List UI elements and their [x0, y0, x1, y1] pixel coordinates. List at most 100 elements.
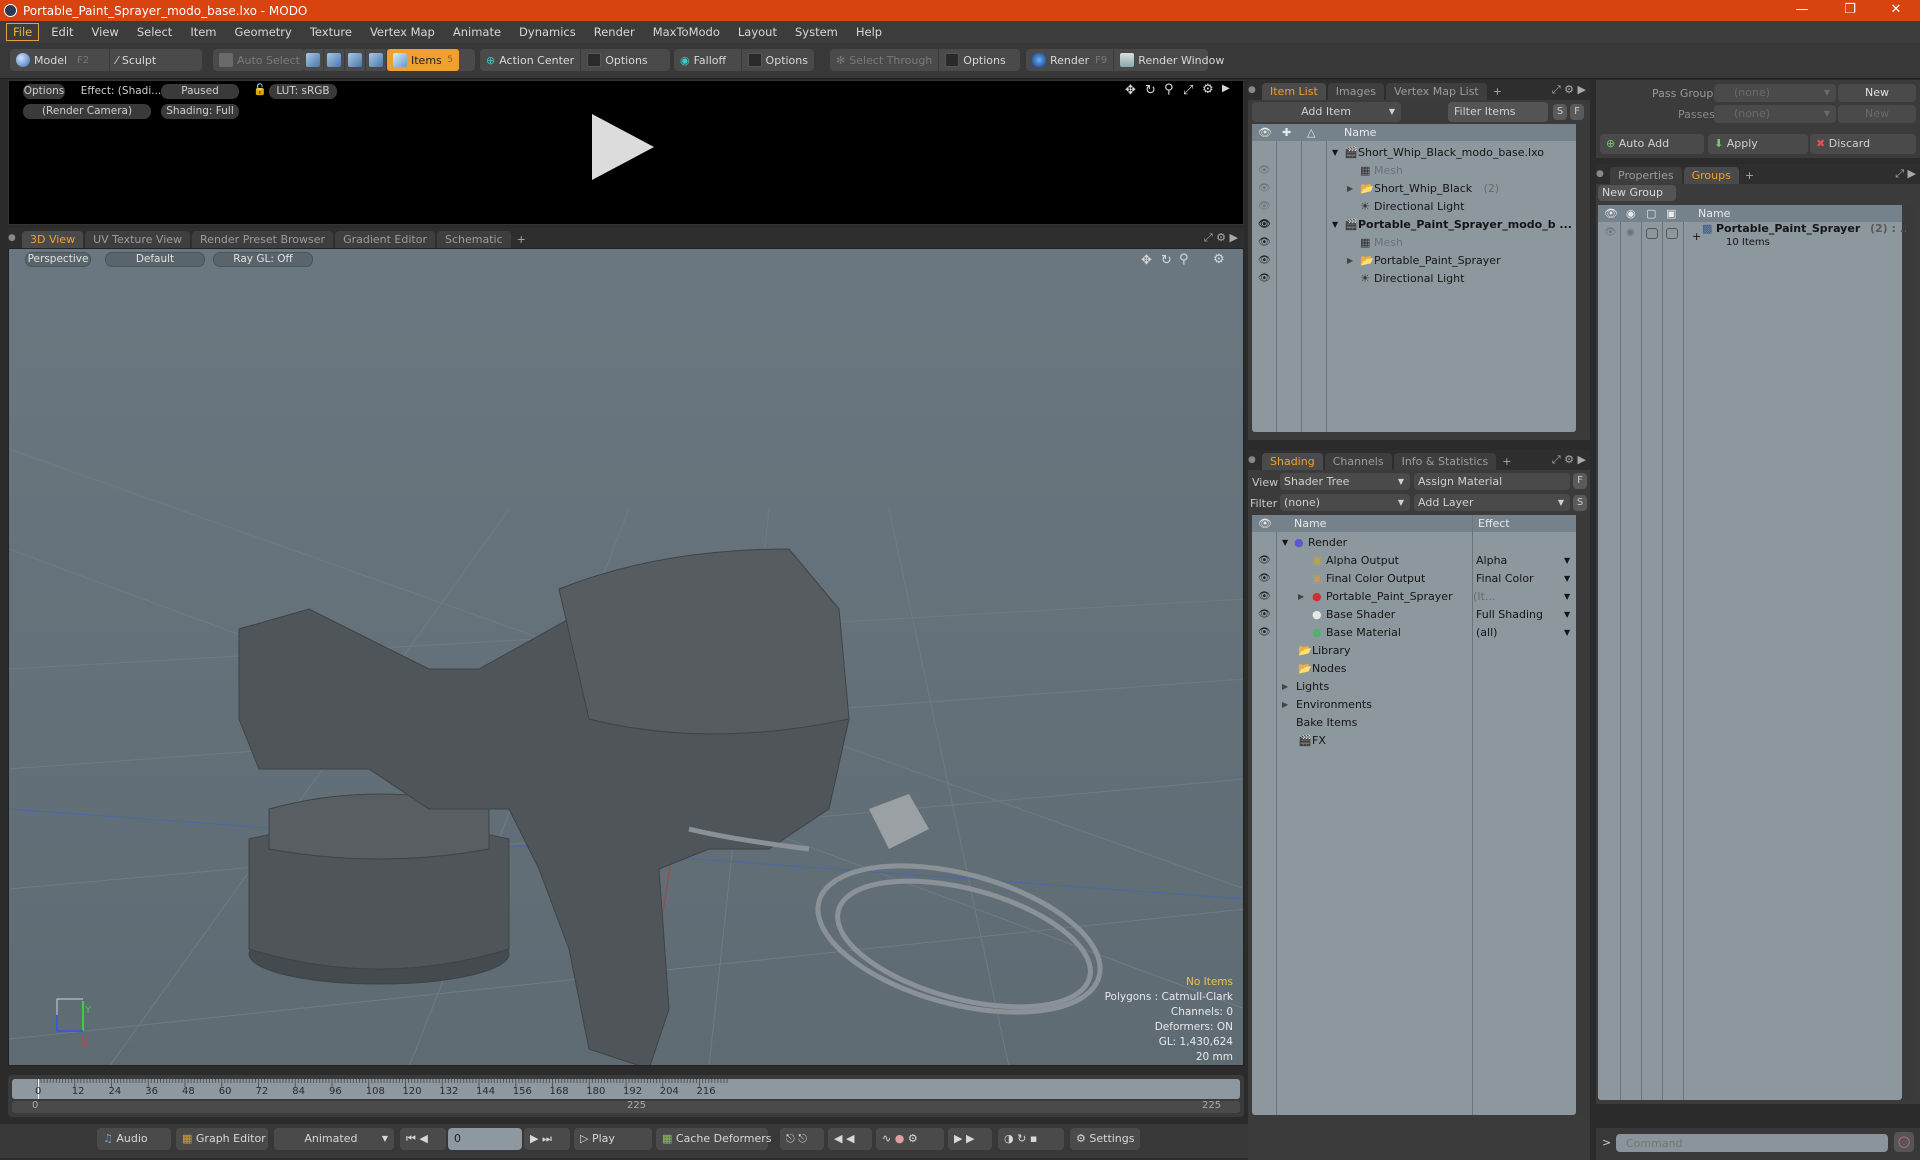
vertices-mode-button[interactable] [303, 49, 324, 71]
tab-3d-view[interactable]: 3D View [22, 231, 84, 248]
render-options-button[interactable]: Options [23, 84, 65, 99]
play-icon[interactable] [592, 114, 654, 180]
timeline-range-bar[interactable]: 0 225 225 [12, 1100, 1240, 1113]
tab-info-statistics[interactable]: Info & Statistics [1393, 453, 1497, 470]
menu-system[interactable]: System [789, 24, 844, 40]
maximize-icon[interactable]: ⤢ [1183, 83, 1193, 98]
menu-layout[interactable]: Layout [732, 24, 783, 40]
name-column-header[interactable]: Name [1344, 124, 1376, 141]
command-input[interactable] [1616, 1134, 1888, 1152]
add-item-dropdown[interactable]: ▼ [1383, 102, 1401, 122]
shader-tree-row[interactable]: 👁 ● Base Shader Full Shading ▼ [1252, 606, 1576, 624]
shader-tree-row[interactable]: 👁 ▣ Final Color Output Final Color ▼ [1252, 570, 1576, 588]
menu-edit[interactable]: Edit [45, 24, 79, 40]
down-icon[interactable]: ⎋ [798, 1132, 807, 1145]
item-list-row[interactable]: 👁 ▶ 📂 Short_Whip_Black (2) [1252, 180, 1576, 198]
zoom-icon[interactable]: ⚲ [1179, 252, 1189, 267]
expand-arrow-icon[interactable]: ▶ [1347, 252, 1353, 270]
new-group-button[interactable]: New Group [1598, 185, 1676, 201]
shader-tree-row[interactable]: ▶ Lights [1252, 678, 1576, 696]
tab-gradient-editor[interactable]: Gradient Editor [335, 231, 435, 248]
panel-controls-icon[interactable]: ⤢ ▶ [1895, 167, 1916, 181]
upload-download-buttons[interactable]: ⎋ ⎋ [780, 1128, 824, 1150]
next-key2-icon[interactable]: ▶ [966, 1132, 974, 1145]
shader-tree-row[interactable]: Bake Items [1252, 714, 1576, 732]
sculpt-mode-button[interactable]: ⁄ Sculpt [110, 49, 162, 71]
passes-dropdown[interactable]: (none) ▼ [1714, 105, 1836, 123]
menu-help[interactable]: Help [850, 24, 888, 40]
expand-arrow-icon[interactable]: ▶ [1347, 180, 1353, 198]
materials-mode-button[interactable] [366, 49, 387, 71]
tab-render-preset-browser[interactable]: Render Preset Browser [192, 231, 334, 248]
render-status-button[interactable]: Paused [161, 84, 239, 99]
gear-icon[interactable]: ⚙ [1213, 252, 1225, 267]
lock-toggle[interactable] [1666, 228, 1678, 239]
item-list-row[interactable]: 👁 ▼ 🎬 Portable_Paint_Sprayer_modo_b ... [1252, 216, 1576, 234]
tab-images[interactable]: Images [1327, 83, 1384, 100]
edges-mode-button[interactable] [324, 49, 345, 71]
frame-input[interactable]: 0 [448, 1128, 522, 1150]
items-mode-button[interactable]: Items 5 [387, 49, 459, 71]
play-button[interactable]: ▷ Play [574, 1128, 652, 1150]
filter-dropdown[interactable]: (none) ▼ [1280, 494, 1410, 511]
key-nav-buttons[interactable]: ◀ ◀ [828, 1128, 872, 1150]
add-tab-button[interactable]: + [1498, 453, 1515, 470]
add-tab-button[interactable]: + [1741, 167, 1758, 184]
effect-dropdown-icon[interactable]: ▼ [1564, 570, 1570, 588]
projection-dropdown[interactable]: Perspective [25, 252, 91, 267]
keyframe-icon[interactable]: ∿ [882, 1132, 891, 1145]
raygl-dropdown[interactable]: Ray GL: Off [213, 252, 313, 267]
s-button[interactable]: S [1553, 104, 1567, 120]
shader-tree-scrollbar[interactable] [1578, 515, 1586, 1115]
menu-dynamics[interactable]: Dynamics [513, 24, 582, 40]
discard-button[interactable]: ✖ Discard [1810, 134, 1916, 154]
groups-scrollbar[interactable] [1906, 205, 1914, 1100]
record-icon[interactable]: ● [895, 1132, 905, 1145]
tab-groups[interactable]: Groups [1683, 167, 1739, 184]
tab-shading[interactable]: Shading [1262, 453, 1323, 470]
effect-value[interactable]: Final Color [1476, 570, 1534, 588]
pan-icon[interactable]: ✥ [1141, 253, 1152, 268]
falloff-button[interactable]: ◉ Falloff [674, 49, 742, 71]
collapse-arrow-icon[interactable]: ▼ [1332, 216, 1338, 234]
menu-select[interactable]: Select [131, 24, 178, 40]
action-center-button[interactable]: ⊕ Action Center [480, 49, 582, 71]
add-tab-button[interactable]: + [513, 231, 530, 248]
select-through-options-button[interactable]: Options [939, 49, 1011, 71]
item-list-row[interactable]: 👁 ▦ Mesh [1252, 162, 1576, 180]
f-button[interactable]: F [1573, 473, 1587, 489]
effect-value[interactable]: Alpha [1476, 552, 1507, 570]
filter-items-input[interactable]: Filter Items [1448, 102, 1548, 122]
skip-to-end-icon[interactable]: ⏭ [542, 1132, 552, 1145]
pan-icon[interactable]: ✥ [1125, 83, 1136, 98]
visibility-toggle[interactable]: 👁 [1258, 270, 1271, 288]
collapse-arrow-icon[interactable]: ▼ [1332, 144, 1338, 162]
item-list-row[interactable]: 👁 ☀ Directional Light [1252, 270, 1576, 288]
menu-item[interactable]: Item [184, 24, 222, 40]
channel2-icon[interactable]: ▪ [1030, 1132, 1037, 1145]
tab-channels[interactable]: Channels [1324, 453, 1392, 470]
unlock-icon[interactable]: 🔓 [253, 83, 267, 96]
model-mode-button[interactable]: Model F2 [10, 49, 110, 71]
item-list-row[interactable]: 👁 ☀ Directional Light [1252, 198, 1576, 216]
gear-icon[interactable]: ⚙ [1202, 82, 1214, 97]
jump-end-buttons[interactable]: ▶ ⏭ [524, 1128, 570, 1150]
shader-tree-row[interactable]: 📂 Library [1252, 642, 1576, 660]
shader-tree-row[interactable]: 📂 Nodes [1252, 660, 1576, 678]
tab-schematic[interactable]: Schematic [437, 231, 511, 248]
lut-dropdown[interactable]: LUT: sRGB [269, 84, 337, 99]
visibility-toggle[interactable]: 👁 [1258, 252, 1271, 270]
close-button[interactable]: ✕ [1876, 0, 1916, 21]
effect-dropdown-icon[interactable]: ▼ [1564, 552, 1570, 570]
add-item-button[interactable]: Add Item [1252, 102, 1400, 122]
item-list-row[interactable]: ▼ 🎬 Short_Whip_Black_modo_base.lxo [1252, 144, 1576, 162]
item-list-row[interactable]: 👁 ▶ 📂 Portable_Paint_Sprayer [1252, 252, 1576, 270]
timeline[interactable]: 0 12 24 36 48 60 72 84 96 108 120 132 144 156 168 180 19… [8, 1075, 1244, 1117]
animation-mode-dropdown[interactable]: Animated ▼ [274, 1128, 394, 1150]
next-key-icon[interactable]: ▶ [954, 1132, 962, 1145]
effect-value[interactable]: Full Shading [1476, 606, 1543, 624]
new-pass-group-button[interactable]: New [1838, 84, 1916, 102]
shader-tree-row[interactable]: 👁 ▶ ● Portable_Paint_Sprayer (It... ▼ [1252, 588, 1576, 606]
rotate-icon[interactable]: ↻ [1145, 83, 1156, 98]
view-dropdown[interactable]: Shader Tree ▼ [1280, 473, 1410, 490]
